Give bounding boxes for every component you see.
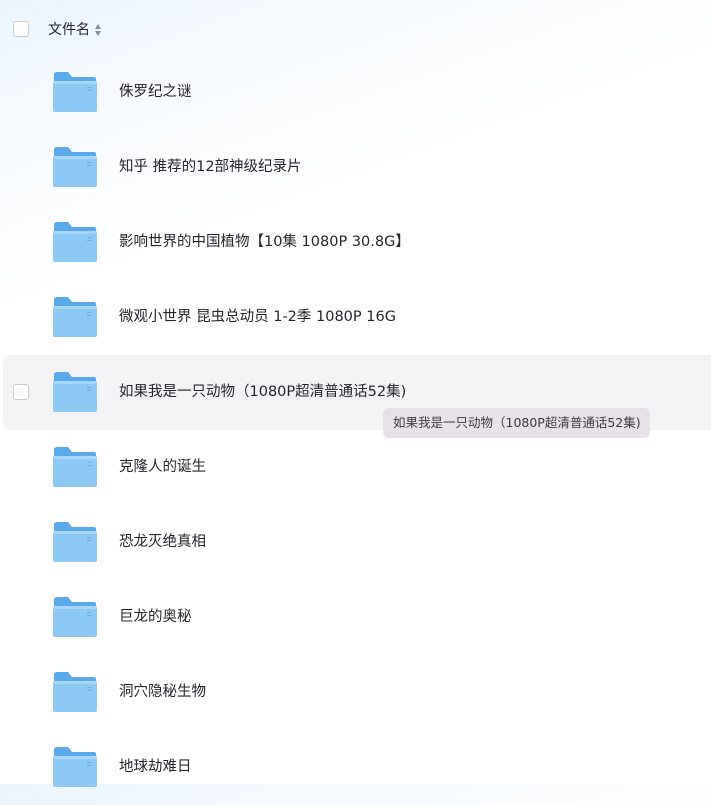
folder-icon: [53, 747, 97, 787]
file-row[interactable]: 微观小世界 昆虫总动员 1-2季 1080P 16G: [3, 280, 711, 355]
sort-by-name-header[interactable]: 文件名: [48, 21, 102, 39]
file-name: 影响世界的中国植物【10集 1080P 30.8G】: [119, 234, 410, 250]
filename-tooltip: 如果我是一只动物（1080P超清普通话52集): [383, 408, 650, 438]
file-name: 知乎 推荐的12部神级纪录片: [119, 159, 302, 175]
column-label-filename: 文件名: [48, 22, 90, 38]
folder-icon: [53, 522, 97, 562]
file-row[interactable]: 巨龙的奥秘: [3, 580, 711, 655]
select-all-checkbox[interactable]: [13, 21, 29, 37]
file-name: 如果我是一只动物（1080P超清普通话52集): [119, 384, 407, 400]
file-name: 洞穴隐秘生物: [119, 684, 206, 700]
file-row[interactable]: 洞穴隐秘生物: [3, 655, 711, 730]
file-name: 恐龙灭绝真相: [119, 534, 206, 550]
folder-icon: [53, 222, 97, 262]
row-checkbox[interactable]: [13, 384, 29, 400]
file-name: 微观小世界 昆虫总动员 1-2季 1080P 16G: [119, 309, 396, 325]
file-name: 克隆人的诞生: [119, 459, 206, 475]
file-name: 巨龙的奥秘: [119, 609, 192, 625]
folder-icon: [53, 597, 97, 637]
sort-icon[interactable]: [95, 24, 102, 36]
file-row[interactable]: 恐龙灭绝真相: [3, 505, 711, 580]
file-row[interactable]: 知乎 推荐的12部神级纪录片: [3, 130, 711, 205]
folder-icon: [53, 147, 97, 187]
folder-icon: [53, 372, 97, 412]
file-list-header: 文件名: [0, 0, 711, 60]
folder-icon: [53, 297, 97, 337]
file-row[interactable]: 影响世界的中国植物【10集 1080P 30.8G】: [3, 205, 711, 280]
folder-icon: [53, 672, 97, 712]
folder-icon: [53, 72, 97, 112]
file-name: 侏罗纪之谜: [119, 84, 192, 100]
file-row[interactable]: 侏罗纪之谜: [3, 55, 711, 130]
file-row[interactable]: 克隆人的诞生: [3, 430, 711, 505]
file-name: 地球劫难日: [119, 759, 192, 775]
file-row[interactable]: 地球劫难日: [3, 730, 711, 805]
folder-icon: [53, 447, 97, 487]
